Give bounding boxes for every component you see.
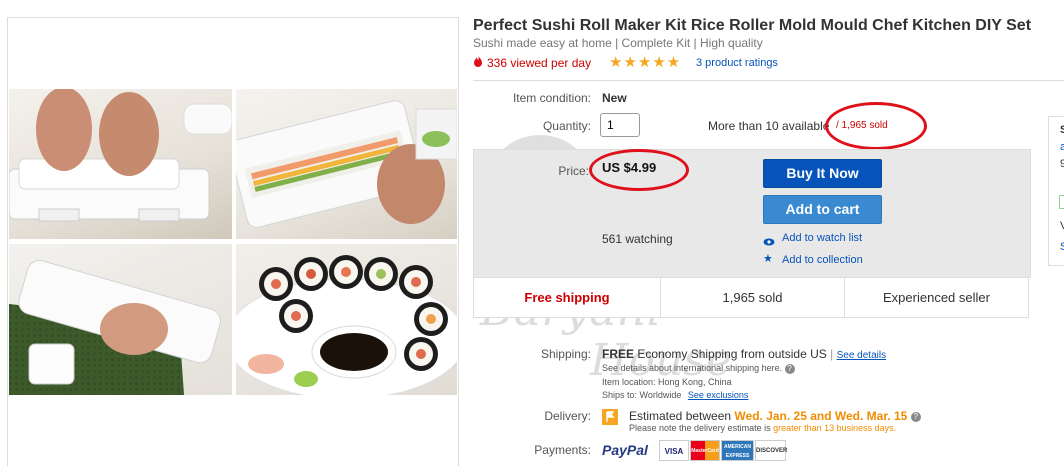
quantity-input[interactable] [600, 113, 640, 137]
intl-note-text: See details about international shipping… [602, 363, 783, 373]
product-photo-nori[interactable] [9, 244, 232, 395]
delivery-flag-icon [602, 409, 618, 430]
seller-panel-letter-1: S [1060, 124, 1064, 136]
seller-panel-icon [1059, 195, 1064, 209]
delivery-note: Please note the delivery estimate is gre… [629, 423, 896, 433]
product-photo-rolling[interactable] [9, 89, 232, 239]
paypal-logo: PayPal [602, 442, 648, 458]
product-image-box[interactable] [7, 17, 459, 466]
sold-badge: 1,965 sold [722, 290, 783, 305]
delivery-help-icon[interactable]: ? [910, 411, 921, 422]
shipping-free: FREE [602, 347, 635, 361]
delivery-dates: Wed. Jan. 25 and Wed. Mar. 15 [734, 409, 908, 423]
payments-label: Payments: [534, 443, 591, 457]
watching-count: 561 watching [602, 232, 673, 246]
hot-indicator: 336 viewed per day [473, 55, 591, 70]
shipping-label: Shipping: [540, 347, 591, 361]
mastercard-icon: MasterCard [690, 440, 720, 461]
shipping-method: Economy Shipping from outside US [637, 347, 827, 361]
delivery-prefix: Estimated between [629, 409, 732, 423]
buy-it-now-button[interactable]: Buy It Now [763, 159, 882, 188]
eye-icon [763, 233, 775, 251]
product-photo-filling[interactable] [236, 89, 457, 239]
see-details-link[interactable]: See details [837, 350, 886, 361]
product-subtitle: Sushi made easy at home | Complete Kit |… [473, 36, 763, 50]
highlight-circle-sold [825, 102, 927, 150]
ships-to-text: Ships to: Worldwide [602, 390, 682, 400]
experienced-seller-badge: Experienced seller [883, 290, 990, 305]
condition-label: Item condition: [512, 91, 591, 105]
help-icon[interactable]: ? [784, 363, 795, 374]
free-shipping-badge: Free shipping [524, 290, 610, 305]
condition-value: New [602, 91, 627, 105]
add-to-watch-list-link[interactable]: Add to watch list [782, 232, 862, 244]
flame-icon [473, 55, 483, 70]
add-to-cart-button[interactable]: Add to cart [763, 195, 882, 224]
seller-panel-letter-2[interactable]: a [1060, 141, 1064, 153]
product-ratings-link[interactable]: 3 product ratings [696, 57, 778, 69]
seller-panel-letter-5[interactable]: S [1060, 241, 1064, 253]
item-location: Item location: Hong Kong, China [602, 377, 732, 387]
ships-to-line: Ships to: Worldwide See exclusions [602, 390, 748, 400]
delivery-note-prefix: Please note the delivery estimate is [629, 423, 771, 433]
see-exclusions-link[interactable]: See exclusions [688, 390, 749, 400]
seller-panel-letter-4: V [1060, 220, 1064, 232]
available-text: More than 10 available [708, 119, 830, 133]
panel-footer: Free shipping 1,965 sold Experienced sel… [473, 277, 1029, 318]
highlight-circle-price [589, 149, 689, 191]
delivery-note-highlight: greater than 13 business days. [773, 423, 897, 433]
quantity-label: Quantity: [542, 119, 591, 133]
delivery-label: Delivery: [544, 409, 591, 423]
divider [473, 80, 1064, 81]
international-shipping-note: See details about international shipping… [602, 363, 795, 374]
add-to-collection-link[interactable]: Add to collection [782, 254, 863, 266]
product-photo-sushi-plate[interactable] [236, 244, 457, 395]
star-icon: ★ [763, 253, 773, 265]
seller-info-panel: S a 9 V S [1048, 116, 1064, 266]
seller-panel-letter-3: 9 [1060, 158, 1064, 170]
delivery-estimate: Estimated between Wed. Jan. 25 and Wed. … [629, 409, 921, 423]
amex-card-icon: AMERICAN EXPRESS [721, 440, 754, 461]
rating-stars[interactable]: ★★★★★ [609, 53, 681, 71]
price-label: Price: [558, 164, 589, 178]
views-per-day: 336 viewed per day [487, 55, 592, 70]
visa-card-icon: VISA [659, 440, 689, 461]
discover-card-icon: DISCOVER [755, 440, 787, 461]
shipping-line: FREE Economy Shipping from outside US | … [602, 347, 887, 361]
product-title: Perfect Sushi Roll Maker Kit Rice Roller… [473, 17, 1032, 34]
